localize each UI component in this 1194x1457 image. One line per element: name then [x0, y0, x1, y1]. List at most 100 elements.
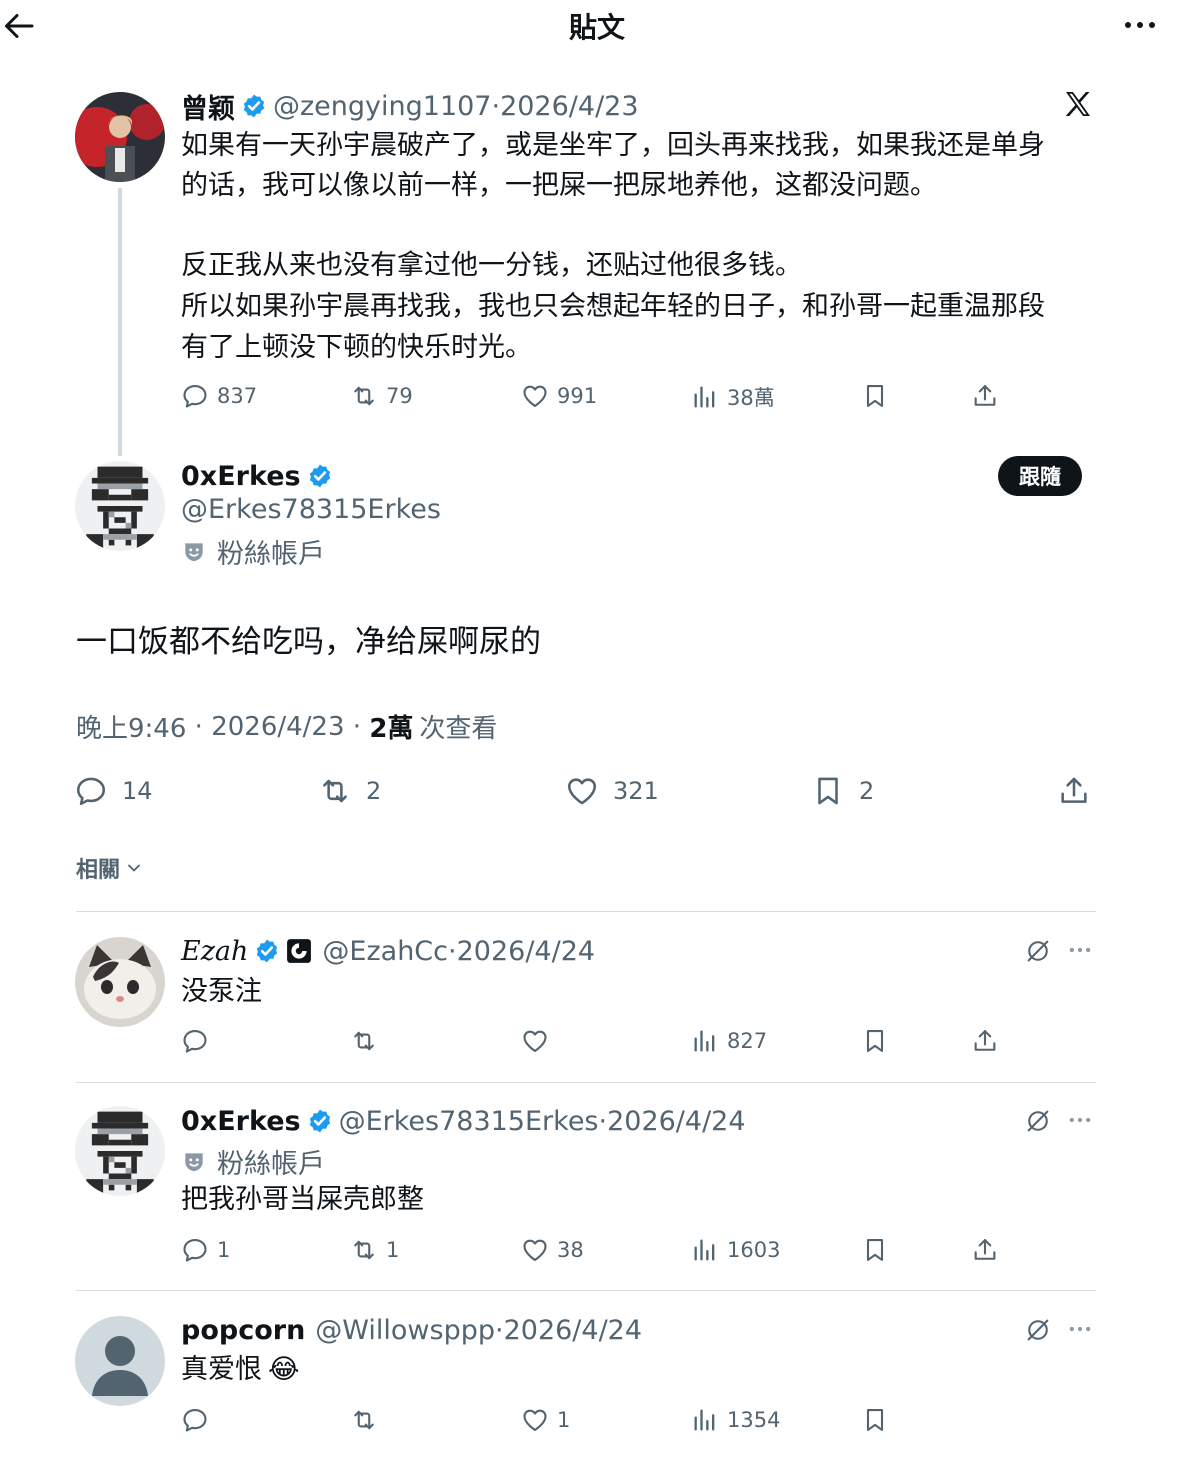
related-toggle[interactable]: 相關	[76, 852, 144, 884]
like-icon	[521, 1406, 549, 1434]
reply-icon	[181, 1406, 209, 1434]
views-icon	[691, 1236, 719, 1264]
avatar[interactable]	[75, 1316, 165, 1406]
like-button[interactable]: 1	[521, 1406, 570, 1434]
verified-icon	[307, 463, 333, 489]
tweet-date[interactable]: 2026/4/23	[211, 712, 344, 742]
share-button[interactable]	[971, 1027, 999, 1055]
laughing-emoji: 😂	[268, 1354, 300, 1385]
like-icon	[521, 1236, 549, 1264]
reply-count: 1	[217, 1238, 231, 1262]
follow-button[interactable]: 跟隨	[998, 456, 1082, 496]
reply-date[interactable]: 2026/4/24	[607, 1106, 745, 1137]
retweet-button[interactable]: 1	[350, 1236, 399, 1264]
reply-button[interactable]	[181, 1027, 209, 1055]
tweet-time[interactable]: 晚上9:46	[76, 708, 186, 745]
author-name[interactable]: Ezah	[181, 936, 248, 967]
reply-header: 0xErkes @Erkes78315Erkes · 2026/4/24	[181, 1101, 746, 1141]
avatar[interactable]	[75, 461, 165, 551]
bookmark-button[interactable]	[861, 1236, 889, 1264]
divider	[76, 1290, 1096, 1291]
avatar[interactable]	[75, 937, 165, 1027]
bookmark-button[interactable]	[861, 1406, 889, 1434]
tweet-date[interactable]: 2026/4/23	[500, 91, 638, 122]
author-handle[interactable]: @EzahCc	[322, 936, 448, 967]
views-button[interactable]: 827	[691, 1027, 767, 1055]
fan-account-label: 粉絲帳戶	[217, 1149, 325, 1180]
fan-account-badge: 粉絲帳戶	[181, 1142, 325, 1181]
author-handle[interactable]: @Erkes78315Erkes	[181, 494, 441, 525]
retweet-icon	[350, 1406, 378, 1434]
reply-text: 没泵注	[181, 976, 262, 1007]
bookmark-button[interactable]	[861, 382, 889, 410]
like-button[interactable]: 38	[521, 1236, 584, 1264]
more-icon[interactable]	[1122, 10, 1158, 40]
author-handle[interactable]: @zengying1107	[273, 91, 491, 122]
share-button[interactable]	[971, 382, 999, 410]
reply-icon	[181, 1236, 209, 1264]
grok-icon[interactable]	[1024, 1107, 1052, 1135]
author-name[interactable]: 0xErkes	[181, 461, 301, 492]
author-name[interactable]: popcorn	[181, 1315, 305, 1346]
bookmark-count: 2	[859, 777, 875, 805]
tweet-meta: 晚上9:46 · 2026/4/23 · 2萬 次查看	[76, 708, 497, 745]
more-icon[interactable]	[1066, 1106, 1094, 1134]
retweet-icon	[350, 1236, 378, 1264]
more-icon[interactable]	[1066, 936, 1094, 964]
tweet-text-line-2: 的话，我可以像以前一样，一把屎一把尿地养他，这都没问题。	[181, 170, 937, 201]
views-button[interactable]: 1354	[691, 1406, 780, 1434]
reply-count: 837	[217, 384, 258, 408]
like-count: 321	[613, 777, 659, 805]
bookmark-icon	[861, 1406, 889, 1434]
views-button[interactable]: 1603	[691, 1236, 780, 1264]
like-icon	[521, 1027, 549, 1055]
reply-count: 14	[122, 777, 153, 805]
share-button[interactable]	[1057, 774, 1091, 808]
retweet-icon	[350, 382, 378, 410]
author-handle[interactable]: @Erkes78315Erkes	[339, 1106, 599, 1137]
reply-button[interactable]: 837	[181, 382, 257, 410]
share-button[interactable]	[971, 1236, 999, 1264]
grok-icon[interactable]	[1024, 1316, 1052, 1344]
retweet-count: 2	[366, 777, 382, 805]
chevron-down-icon	[128, 864, 140, 872]
more-icon[interactable]	[1066, 1315, 1094, 1343]
reply-button[interactable]: 14	[74, 774, 153, 808]
retweet-button[interactable]	[350, 1027, 378, 1055]
separator: ·	[491, 90, 501, 122]
author-name[interactable]: 曾颖	[181, 87, 235, 126]
divider	[76, 1082, 1096, 1083]
bookmark-button[interactable]	[861, 1027, 889, 1055]
avatar[interactable]	[75, 92, 165, 182]
author-handle[interactable]: @Willowsppp	[315, 1315, 495, 1346]
tweet-text-line-1: 如果有一天孙宇晨破产了，或是坐牢了，回头再来找我，如果我还是单身	[181, 130, 1045, 161]
grok-icon[interactable]	[1024, 937, 1052, 965]
retweet-icon	[318, 774, 352, 808]
reply-icon	[74, 774, 108, 808]
retweet-button[interactable]: 79	[350, 382, 413, 410]
fan-account-badge: 粉絲帳戶	[181, 532, 325, 571]
divider	[76, 911, 1096, 912]
reply-date[interactable]: 2026/4/24	[504, 1315, 642, 1346]
like-icon	[565, 774, 599, 808]
reply-text: 真爱恨	[181, 1354, 262, 1385]
author-name[interactable]: 0xErkes	[181, 1106, 301, 1137]
page-title: 貼文	[568, 11, 625, 44]
thread-line	[118, 188, 122, 456]
retweet-button[interactable]: 2	[318, 774, 381, 808]
like-button[interactable]: 991	[521, 382, 597, 410]
bookmark-icon	[861, 382, 889, 410]
reply-button[interactable]	[181, 1406, 209, 1434]
bookmark-button[interactable]: 2	[811, 774, 874, 808]
reply-button[interactable]: 1	[181, 1236, 230, 1264]
share-icon	[971, 382, 999, 410]
like-button[interactable]: 321	[565, 774, 659, 808]
views-icon	[691, 383, 719, 411]
retweet-button[interactable]	[350, 1406, 378, 1434]
verified-icon	[241, 93, 267, 119]
views-button[interactable]: 38萬	[691, 382, 775, 412]
avatar[interactable]	[75, 1106, 165, 1196]
like-button[interactable]	[521, 1027, 549, 1055]
verified-icon	[254, 938, 280, 964]
reply-date[interactable]: 2026/4/24	[457, 936, 595, 967]
